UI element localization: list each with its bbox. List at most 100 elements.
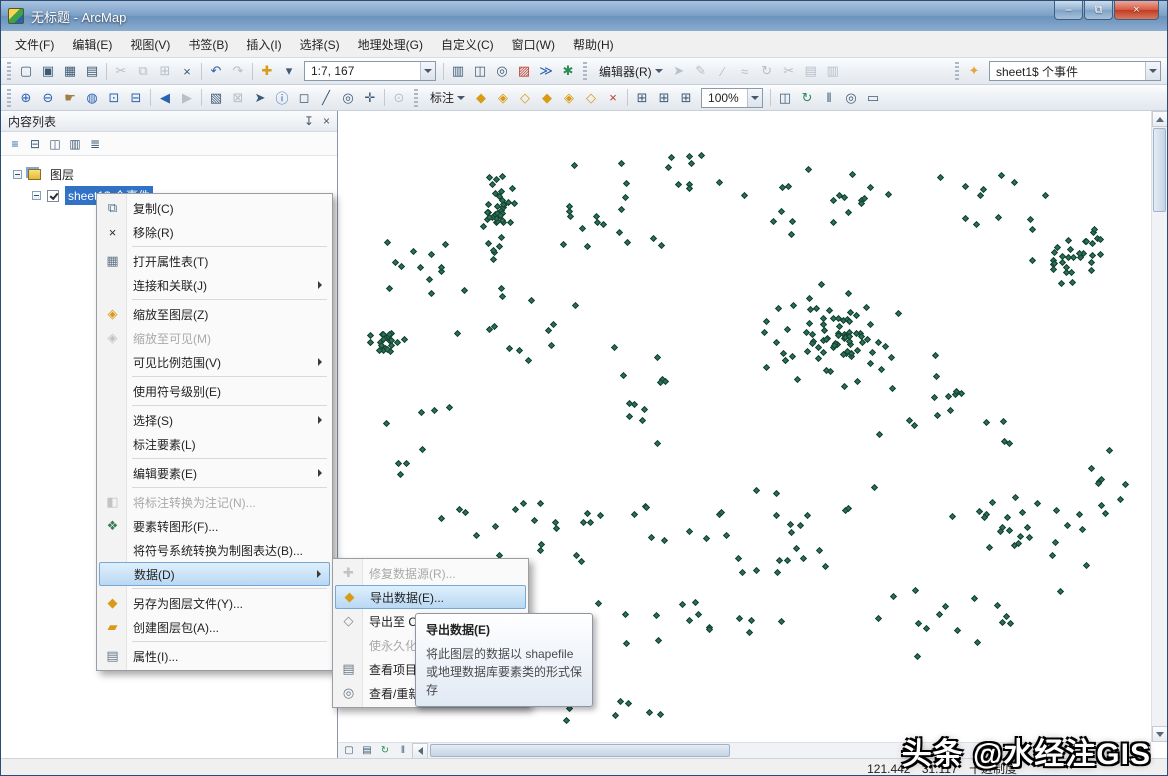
zoom-percent-combo[interactable]: 100% xyxy=(701,87,764,108)
restore-button[interactable]: ⧉ xyxy=(1084,1,1113,20)
model-builder-icon[interactable]: ✱ xyxy=(558,61,578,81)
back-extent-icon[interactable]: ◀ xyxy=(155,88,175,108)
pause-drawing-icon[interactable]: ‖ xyxy=(395,744,411,758)
graphics-grid-icon[interactable]: ⊞ xyxy=(654,88,674,108)
context-menu-item-convert-symbology-to-representation[interactable]: 将符号系统转换为制图表达(B)... xyxy=(99,538,330,562)
map-vertical-scrollbar[interactable] xyxy=(1151,111,1167,742)
vertical-scroll-thumb[interactable] xyxy=(1153,128,1166,212)
map-scale-combo[interactable]: 1:7, 167 xyxy=(304,61,436,81)
full-extent-icon[interactable]: ◍ xyxy=(82,88,102,108)
zoom-out-icon[interactable]: ⊖ xyxy=(38,88,58,108)
align-tools-icon[interactable]: ⊞ xyxy=(676,88,696,108)
html-popup-icon[interactable]: ◻ xyxy=(294,88,314,108)
toolbar-grip[interactable] xyxy=(414,88,418,107)
label-toolbar-menu[interactable]: 标注 xyxy=(423,87,469,109)
context-menu-item-edit-features[interactable]: 编辑要素(E) xyxy=(99,461,330,485)
editor-menu[interactable]: 编辑器(R) xyxy=(592,60,667,82)
menubar-item-file[interactable]: 文件(F) xyxy=(6,31,63,58)
context-menu-item-copy[interactable]: ⧉ 复制(C) xyxy=(99,196,330,220)
find-icon[interactable]: ◎ xyxy=(338,88,358,108)
python-window-icon[interactable]: ≫ xyxy=(536,61,556,81)
viewer-window-icon[interactable]: ◫ xyxy=(775,88,795,108)
toc-close-icon[interactable]: × xyxy=(323,114,330,128)
print-icon[interactable]: ▤ xyxy=(82,61,102,81)
select-features-icon[interactable]: ▧ xyxy=(206,88,226,108)
lock-labels-icon[interactable]: ◆ xyxy=(537,88,557,108)
toolbar-grip[interactable] xyxy=(955,62,959,80)
context-menu-item-use-symbol-levels[interactable]: 使用符号级别(E) xyxy=(99,379,330,403)
select-elements-icon[interactable]: ➤ xyxy=(250,88,270,108)
refresh-view-icon[interactable]: ↻ xyxy=(797,88,817,108)
context-menu-item-properties[interactable]: ▤ 属性(I)... xyxy=(99,644,330,668)
context-menu-item-visible-scale-range[interactable]: 可见比例范围(V) xyxy=(99,350,330,374)
menubar-item-view[interactable]: 视图(V) xyxy=(121,31,179,58)
label-weight-icon[interactable]: ◇ xyxy=(515,88,535,108)
scroll-left-button[interactable] xyxy=(412,743,428,759)
pan-tool-icon[interactable]: ☛ xyxy=(60,88,80,108)
close-button[interactable]: × xyxy=(1114,1,1159,20)
target-layer-combo[interactable]: sheet1$ 个事件 xyxy=(989,61,1161,81)
list-by-selection-icon[interactable]: ▥ xyxy=(66,135,84,153)
magnifier-window-icon[interactable]: ◎ xyxy=(841,88,861,108)
list-by-source-icon[interactable]: ⊟ xyxy=(26,135,44,153)
layer-visibility-checkbox[interactable] xyxy=(47,189,59,202)
search-window-icon[interactable]: ◎ xyxy=(492,61,512,81)
menubar-item-selection[interactable]: 选择(S) xyxy=(291,31,349,58)
pin-icon[interactable]: ↧ xyxy=(304,114,314,128)
open-map-icon[interactable]: ▣ xyxy=(38,61,58,81)
snapping-window-icon[interactable]: ⊞ xyxy=(632,88,652,108)
refresh-view-icon[interactable]: ↻ xyxy=(377,744,393,758)
overview-window-icon[interactable]: ▭ xyxy=(863,88,883,108)
zoom-in-icon[interactable]: ⊕ xyxy=(16,88,36,108)
context-menu-item-label-features[interactable]: 标注要素(L) xyxy=(99,432,330,456)
view-unplaced-labels-icon[interactable]: ◇ xyxy=(581,88,601,108)
undo-icon[interactable]: ↶ xyxy=(206,61,226,81)
context-menu-item-selection[interactable]: 选择(S) xyxy=(99,408,330,432)
editor-menu-caret-icon[interactable] xyxy=(652,62,666,80)
save-icon[interactable]: ▦ xyxy=(60,61,80,81)
context-menu-item-save-as-layer-file[interactable]: ◆ 另存为图层文件(Y)... xyxy=(99,591,330,615)
pause-labeling-icon[interactable]: ◈ xyxy=(559,88,579,108)
menubar-item-help[interactable]: 帮助(H) xyxy=(564,31,623,58)
minimize-button[interactable]: – xyxy=(1054,1,1083,20)
arctoolbox-icon[interactable]: ▨ xyxy=(514,61,534,81)
list-by-drawing-order-icon[interactable]: ≡ xyxy=(6,135,24,153)
catalog-window-icon[interactable]: ◫ xyxy=(470,61,490,81)
collapse-layers-icon[interactable] xyxy=(13,170,22,179)
scale-combo-caret-icon[interactable] xyxy=(420,62,435,80)
context-menu-item-create-layer-package[interactable]: ▰ 创建图层包(A)... xyxy=(99,615,330,639)
collapse-layer-icon[interactable] xyxy=(32,191,41,200)
toc-window-icon[interactable]: ▥ xyxy=(448,61,468,81)
layer-combo-caret-icon[interactable] xyxy=(1145,62,1160,80)
fixed-zoom-out-icon[interactable]: ⊟ xyxy=(126,88,146,108)
context-menu-item-zoom-to-layer[interactable]: ◈ 缩放至图层(Z) xyxy=(99,302,330,326)
context-menu-item-data[interactable]: 数据(D) xyxy=(99,562,330,586)
zoom-combo-caret-icon[interactable] xyxy=(747,88,763,107)
layers-group-label[interactable]: 图层 xyxy=(47,165,77,184)
menubar-item-edit[interactable]: 编辑(E) xyxy=(63,31,121,58)
delete-icon[interactable]: × xyxy=(177,61,197,81)
data-view-icon[interactable]: ▢ xyxy=(341,744,357,758)
label-priority-icon[interactable]: ◈ xyxy=(493,88,513,108)
layer-flash-icon[interactable]: ✦ xyxy=(964,61,984,81)
clear-labels-icon[interactable]: × xyxy=(603,88,623,108)
add-data-caret-icon[interactable]: ▾ xyxy=(279,61,299,81)
pause-drawing-icon[interactable]: ‖ xyxy=(819,88,839,108)
context-menu-item-joins-and-relates[interactable]: 连接和关联(J) xyxy=(99,273,330,297)
list-by-visibility-icon[interactable]: ◫ xyxy=(46,135,64,153)
layout-view-icon[interactable]: ▤ xyxy=(359,744,375,758)
toolbar-grip[interactable] xyxy=(7,62,11,80)
menubar-item-bookmarks[interactable]: 书签(B) xyxy=(179,31,237,58)
label-manager-icon[interactable]: ◆ xyxy=(471,88,491,108)
context-menu-item-convert-features-to-graphics[interactable]: ❖ 要素转图形(F)... xyxy=(99,514,330,538)
toolbar-grip[interactable] xyxy=(7,88,11,107)
context-menu-item-open-attribute-table[interactable]: ▦ 打开属性表(T) xyxy=(99,249,330,273)
context-menu-item-remove[interactable]: × 移除(R) xyxy=(99,220,330,244)
toolbar-grip[interactable] xyxy=(583,62,587,80)
scroll-up-button[interactable] xyxy=(1152,111,1167,127)
horizontal-scroll-thumb[interactable] xyxy=(430,744,730,757)
fixed-zoom-in-icon[interactable]: ⊡ xyxy=(104,88,124,108)
identify-icon[interactable]: ⓘ xyxy=(272,88,292,108)
menubar-item-insert[interactable]: 插入(I) xyxy=(237,31,290,58)
menubar-item-windows[interactable]: 窗口(W) xyxy=(503,31,564,58)
